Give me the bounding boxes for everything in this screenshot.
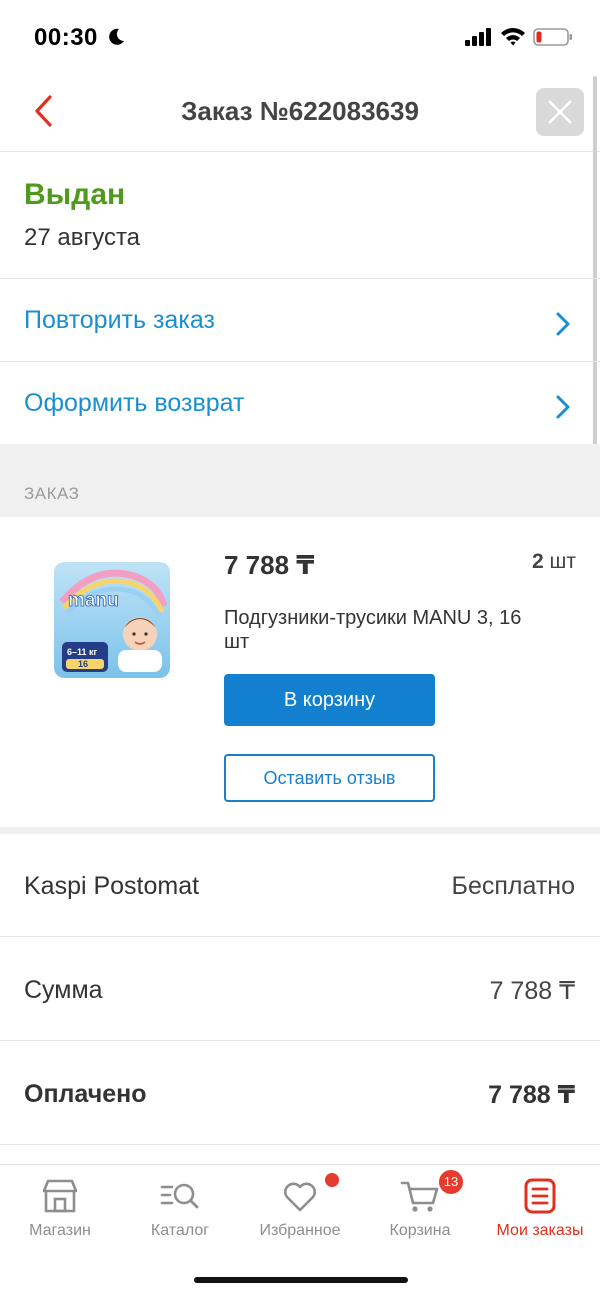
status-bar: 00:30 xyxy=(0,0,600,72)
summary-label: Kaspi Postomat xyxy=(24,872,200,900)
delivery-row: Kaspi Postomat Бесплатно xyxy=(0,834,600,938)
divider xyxy=(0,1040,600,1041)
chevron-right-icon xyxy=(556,395,570,419)
tab-label: Корзина xyxy=(389,1222,451,1239)
leave-review-button[interactable]: Оставить отзыв xyxy=(224,754,435,802)
cart-icon xyxy=(400,1181,439,1212)
order-date: 27 августа xyxy=(24,224,141,251)
svg-text:16: 16 xyxy=(78,659,88,669)
product-price: 7 788 ₸ xyxy=(224,550,315,580)
wifi-icon xyxy=(501,28,525,46)
tab-catalog[interactable]: Каталог xyxy=(120,1165,240,1255)
close-button[interactable] xyxy=(536,88,584,136)
quantity-number: 2 xyxy=(532,550,544,573)
divider xyxy=(0,827,600,834)
svg-text:manu: manu xyxy=(68,590,119,611)
order-status: Выдан xyxy=(24,178,126,211)
tab-label: Избранное xyxy=(259,1222,341,1239)
tab-my-orders[interactable]: Мои заказы xyxy=(480,1165,600,1255)
catalog-search-icon xyxy=(160,1183,199,1209)
heart-icon xyxy=(284,1182,316,1212)
moon-icon xyxy=(109,28,124,45)
tab-label: Мои заказы xyxy=(496,1222,584,1239)
summary-value: Бесплатно xyxy=(451,872,575,900)
product-quantity: 2 шт xyxy=(470,550,576,574)
summary-label: Оплачено xyxy=(24,1080,147,1108)
tab-label: Магазин xyxy=(29,1222,91,1239)
product-image[interactable]: manu 6–11 кг 16 xyxy=(54,562,170,678)
divider xyxy=(0,936,600,937)
summary-value: 7 788 ₸ xyxy=(488,1081,575,1109)
repeat-order-button[interactable]: Повторить заказ xyxy=(0,279,600,361)
paid-row: Оплачено 7 788 ₸ xyxy=(0,1042,600,1146)
signal-icon xyxy=(465,28,491,46)
section-label: ЗАКАЗ xyxy=(24,484,80,503)
store-icon xyxy=(42,1179,78,1213)
page-title: Заказ №622083639 xyxy=(181,96,419,126)
battery-icon xyxy=(533,28,572,46)
chevron-right-icon xyxy=(556,312,570,336)
favorites-badge-dot xyxy=(325,1173,339,1187)
tab-store[interactable]: Магазин xyxy=(0,1165,120,1255)
cart-badge: 13 xyxy=(439,1170,463,1194)
summary-value: 7 788 ₸ xyxy=(489,977,575,1005)
tab-label: Каталог xyxy=(150,1222,210,1239)
action-label: Оформить возврат xyxy=(24,389,245,417)
quantity-unit: шт xyxy=(543,550,576,573)
return-order-button[interactable]: Оформить возврат xyxy=(0,362,600,444)
close-icon xyxy=(548,100,572,124)
svg-text:6–11 кг: 6–11 кг xyxy=(67,647,98,657)
add-to-cart-button[interactable]: В корзину xyxy=(224,674,435,726)
orders-icon xyxy=(524,1178,556,1214)
summary-label: Сумма xyxy=(24,976,103,1004)
action-label: Повторить заказ xyxy=(24,306,215,334)
total-row: Сумма 7 788 ₸ xyxy=(0,938,600,1042)
nav-header: Заказ №622083639 xyxy=(0,72,600,152)
status-time: 00:30 xyxy=(34,24,98,51)
divider xyxy=(0,1144,600,1145)
diaper-package-image: manu 6–11 кг 16 xyxy=(54,562,170,678)
home-indicator[interactable] xyxy=(194,1277,408,1283)
section-header: ЗАКАЗ xyxy=(0,444,600,517)
tab-favorites[interactable]: Избранное xyxy=(240,1165,360,1255)
product-name[interactable]: Подгузники-трусики MANU 3, 16 шт xyxy=(224,606,544,654)
